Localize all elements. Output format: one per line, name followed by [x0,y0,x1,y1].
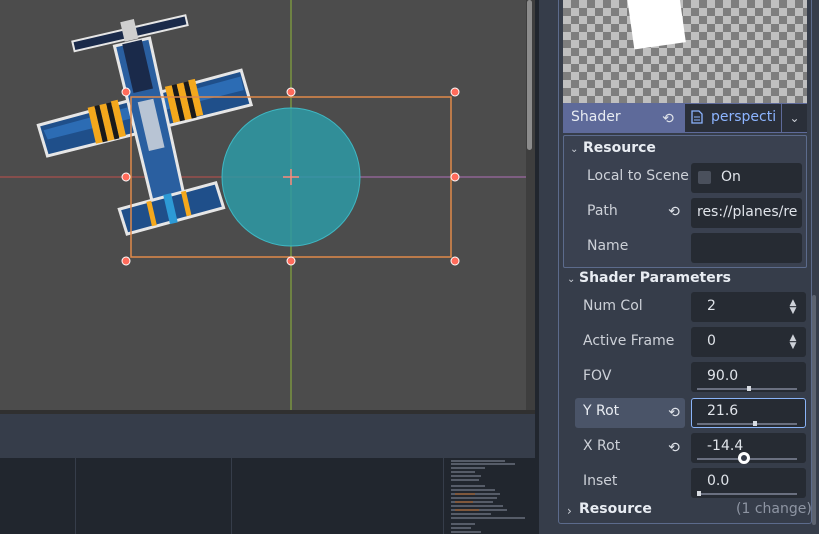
revert-icon[interactable]: ⟲ [666,405,682,421]
dock-divider [75,458,76,534]
name-label: Name [587,238,629,254]
bottom-resource-title[interactable]: Resource [579,501,652,517]
shader-value[interactable]: perspecti [711,109,781,125]
shader-label: Shader [571,109,621,125]
num-col-value: 2 [707,298,716,314]
checkbox-icon[interactable] [698,171,711,184]
local-to-scene-value: On [721,169,741,185]
revert-icon[interactable]: ⟲ [666,440,682,456]
inset-value: 0.0 [707,473,730,489]
path-value: res://planes/re [697,204,797,220]
revert-icon[interactable]: ⟲ [666,204,682,220]
chevron-right-icon[interactable]: › [567,504,572,518]
inset-slider-track[interactable] [697,493,797,495]
fov-value: 90.0 [707,368,739,384]
name-field[interactable] [691,233,802,263]
fov-label: FOV [583,368,612,384]
script-minimap[interactable] [445,458,529,534]
y-rot-value: 21.6 [707,403,739,419]
active-frame-label: Active Frame [583,333,675,349]
num-col-label: Num Col [583,298,643,314]
spin-arrows-icon[interactable]: ▲ ▼ [787,299,799,316]
inspector-scrollbar[interactable] [812,295,816,525]
inset-label: Inset [583,473,618,489]
bottom-panel-header [0,414,535,458]
shader-parameters-title[interactable]: Shader Parameters [579,270,731,286]
chevron-down-icon[interactable]: ⌄ [782,104,807,132]
x-rot-label: X Rot [583,438,621,454]
x-rot-value: -14.4 [707,438,744,454]
material-preview [563,0,807,103]
dock-divider [443,458,444,534]
dock-divider [231,458,232,534]
y-rot-slider-track[interactable] [697,423,797,425]
spin-arrows-icon[interactable]: ▲ ▼ [787,334,799,351]
path-label: Path [587,203,618,219]
local-to-scene-label: Local to Scene [587,168,689,184]
resource-section-title[interactable]: Resource [583,140,656,156]
chevron-down-icon[interactable]: ⌄ [570,144,578,155]
y-rot-slider-grabber[interactable] [753,421,757,426]
file-icon [691,110,705,126]
fov-slider-grabber[interactable] [747,386,751,391]
active-frame-value: 0 [707,333,716,349]
change-count: (1 change) [736,501,812,517]
preview-sprite [626,0,686,50]
inset-slider-grabber[interactable] [697,491,701,496]
revert-icon[interactable]: ⟲ [660,111,676,127]
2d-viewport[interactable] [0,0,528,410]
x-rot-slider-grabber[interactable] [738,452,750,464]
chevron-down-icon[interactable]: ⌄ [567,274,575,285]
viewport-canvas [0,0,528,410]
viewport-scrollbar-thumb[interactable] [527,0,532,150]
y-rot-label: Y Rot [583,403,620,419]
